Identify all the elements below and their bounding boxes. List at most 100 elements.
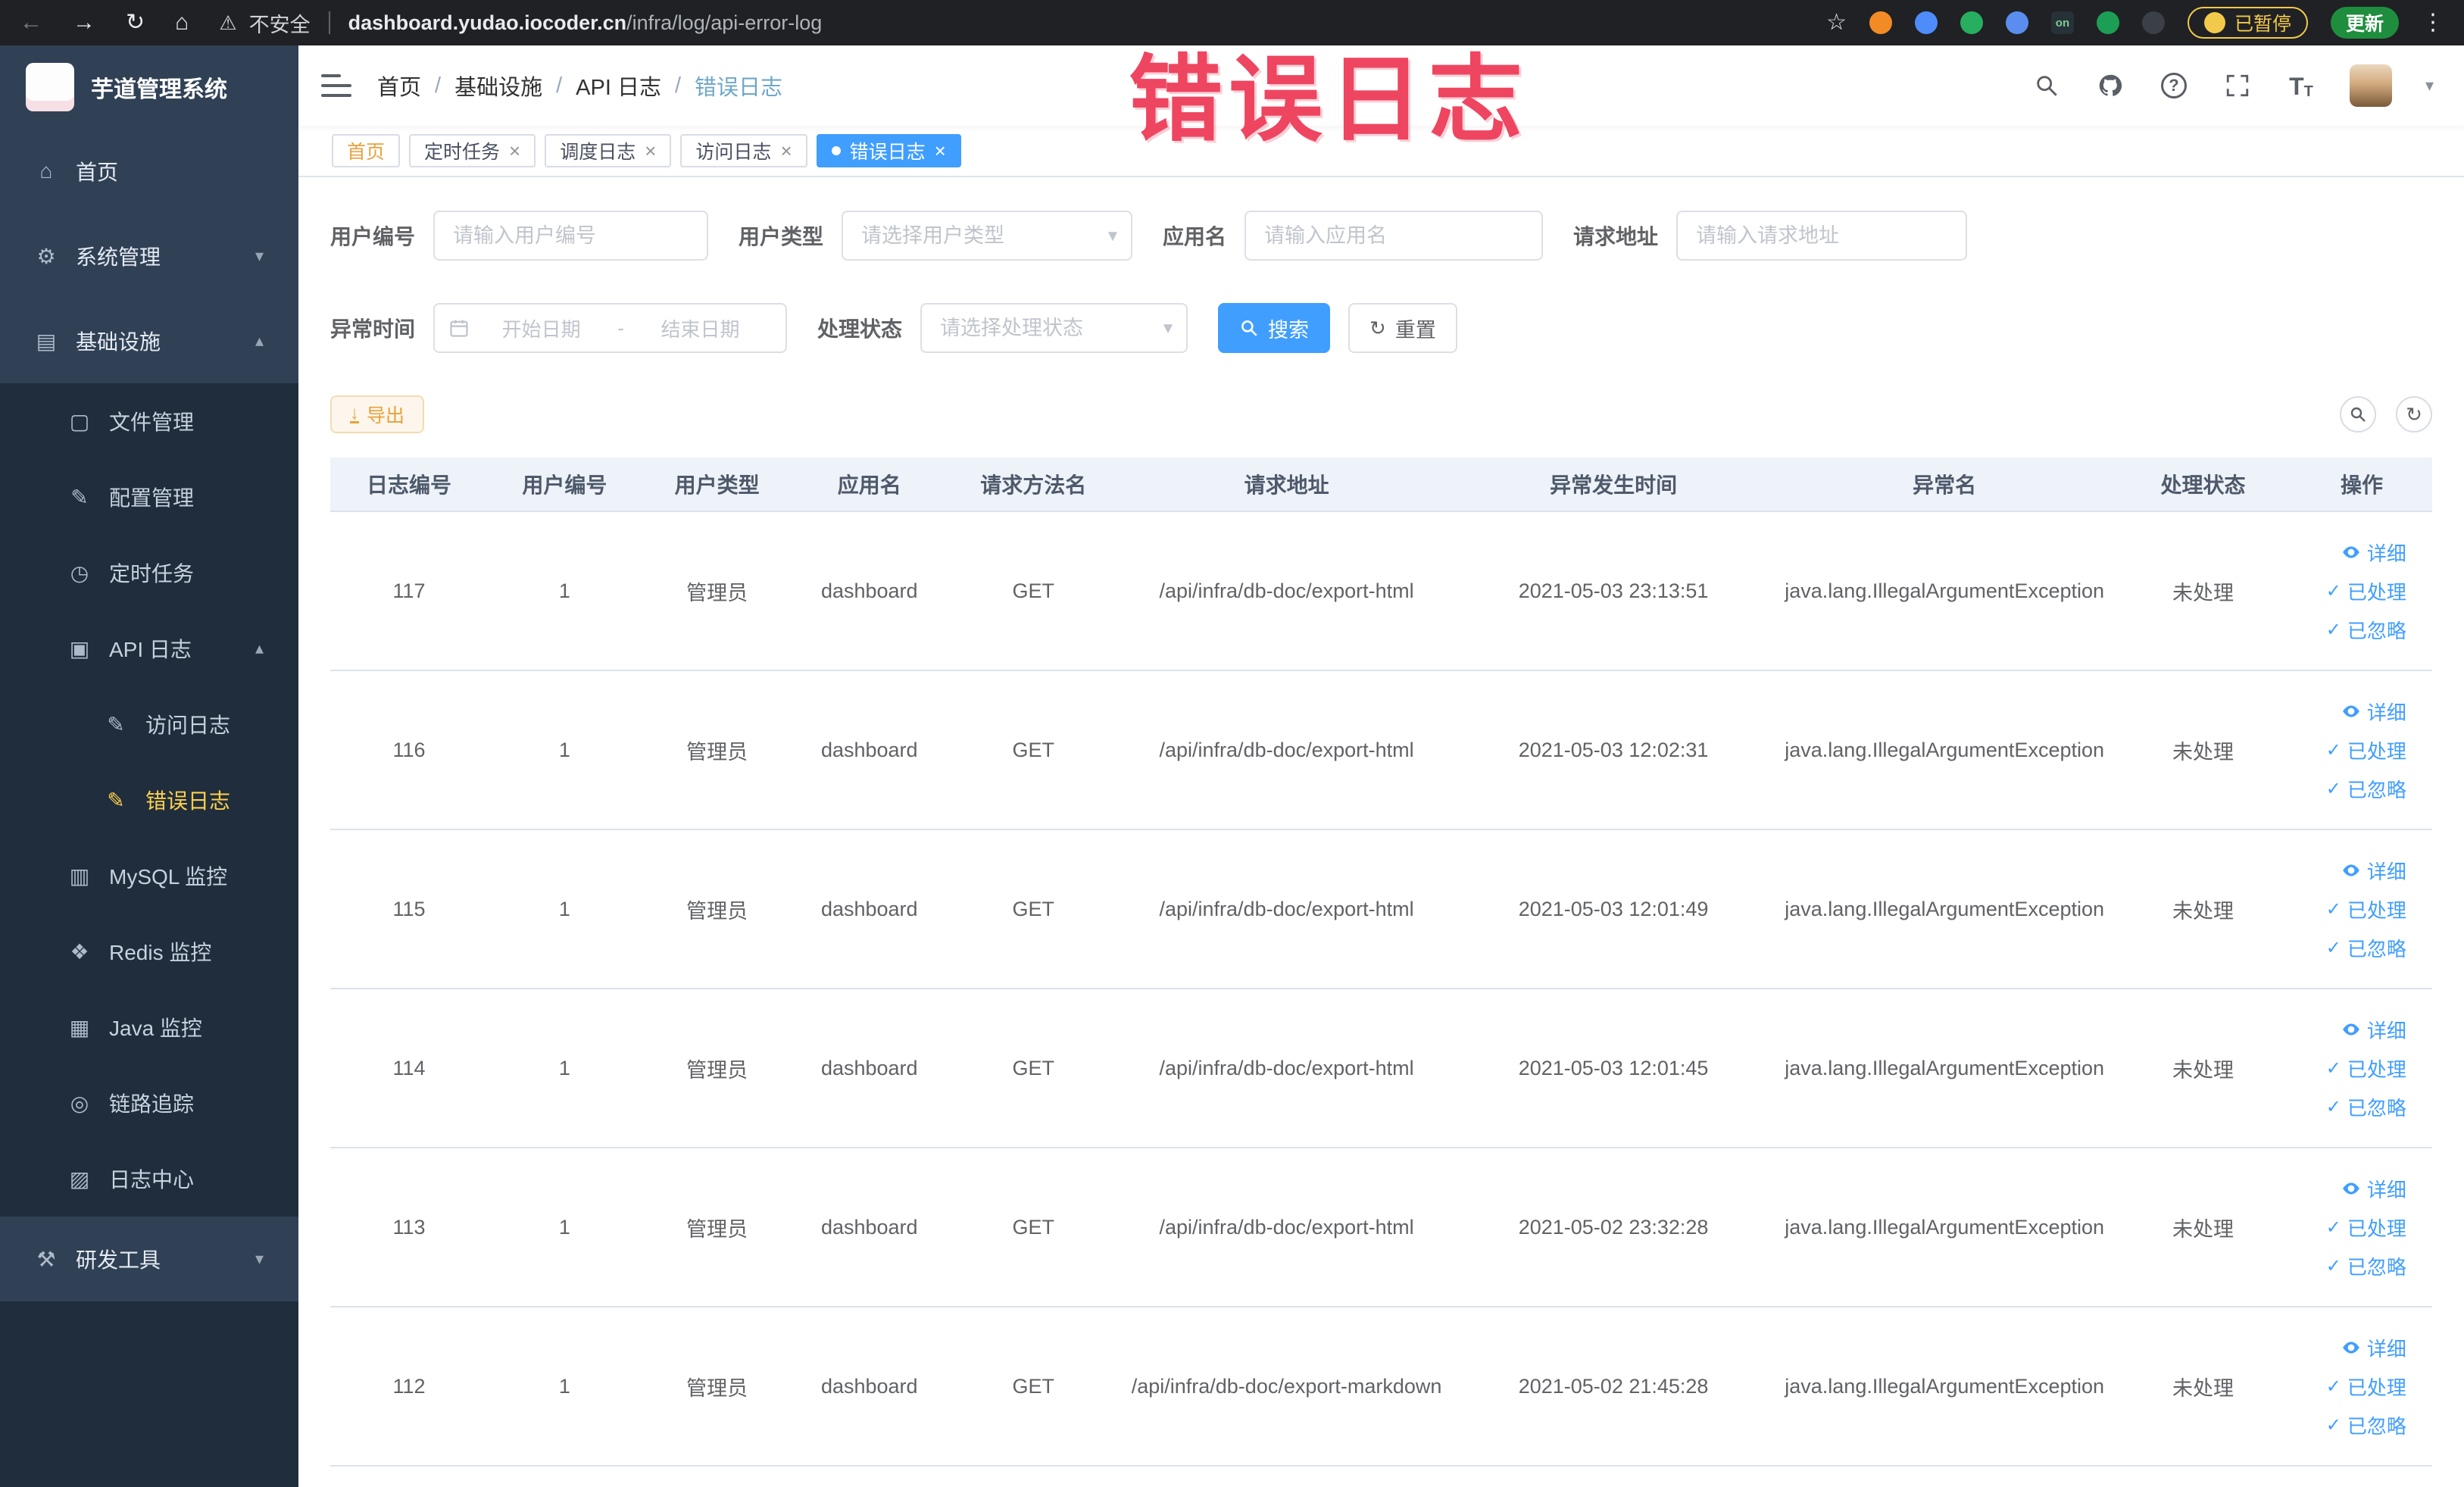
reload-icon[interactable]: ↻ [126,11,145,34]
hamburger-icon[interactable] [321,74,351,97]
close-icon[interactable]: × [509,141,520,161]
app-shell: 芋道管理系统 ⌂ 首页 ⚙ 系统管理 ▾ ▤ 基础设施 ▴ ▢ 文件管理 ✎ 配… [0,45,2464,1487]
bookmark-star-icon[interactable]: ☆ [1826,11,1847,34]
sidebar-item-java-monitor[interactable]: ▦ Java 监控 [0,989,298,1065]
user-type-select[interactable]: ▾ [842,211,1133,261]
detail-link[interactable]: 详细 [2341,539,2406,567]
cell-exception-name: java.lang.IllegalArgumentException [1785,897,2105,920]
tab-access-log[interactable]: 访问日志 × [680,134,807,167]
chevron-down-icon[interactable]: ▾ [2425,76,2434,95]
update-button[interactable]: 更新 [2330,7,2399,39]
extension-icon[interactable] [1960,11,1983,34]
sidebar-item-access-log[interactable]: ✎ 访问日志 [0,686,298,762]
tab-scheduled-jobs[interactable]: 定时任务 × [409,134,536,167]
user-type-select-input[interactable] [842,211,1133,261]
fullscreen-icon[interactable] [2222,70,2253,101]
search-button[interactable]: 搜索 [1218,303,1331,353]
detail-link[interactable]: 详细 [2341,857,2406,885]
extension-icon[interactable] [2096,11,2119,34]
toggle-search-button[interactable] [2340,396,2376,433]
tab-home[interactable]: 首页 [332,134,401,167]
address-bar[interactable]: ⚠ 不安全 dashboard.yudao.iocoder.cn/infra/l… [219,8,1826,38]
processed-link[interactable]: ✓ 已处理 [2326,1214,2406,1242]
user-id-input[interactable] [433,211,709,261]
home-icon[interactable]: ⌂ [175,11,189,34]
sidebar-item-api-log[interactable]: ▣ API 日志 ▴ [0,611,298,686]
detail-link[interactable]: 详细 [2341,698,2406,726]
sidebar-item-system-mgmt[interactable]: ⚙ 系统管理 ▾ [0,214,298,298]
avatar[interactable] [2349,64,2392,107]
process-status-select-input[interactable] [920,303,1188,353]
cell-app-name: dashboard [820,1374,918,1398]
date-range-picker[interactable]: 开始日期 - 结束日期 [433,303,788,353]
processed-link[interactable]: ✓ 已处理 [2326,1373,2406,1401]
cell-exception-time: 2021-05-02 21:45:28 [1518,1374,1709,1398]
close-icon[interactable]: × [645,141,656,161]
processed-link[interactable]: ✓ 已处理 [2326,736,2406,764]
browser-menu-icon[interactable]: ⋮ [2422,11,2444,34]
back-icon[interactable]: ← [20,11,42,34]
cell-request-url: /api/infra/db-doc/export-html [1159,1056,1414,1079]
sidebar-item-home[interactable]: ⌂ 首页 [0,129,298,214]
sidebar-item-scheduled-jobs[interactable]: ◷ 定时任务 [0,535,298,611]
ignored-link[interactable]: ✓ 已忽略 [2326,775,2406,803]
breadcrumb-infrastructure[interactable]: 基础设施 [454,70,542,102]
process-status-select[interactable]: ▾ [920,303,1188,353]
sync-paused-badge[interactable]: 已暂停 [2187,7,2308,39]
app-name-input[interactable] [1244,211,1544,261]
search-icon[interactable] [2031,70,2062,101]
ignored-link[interactable]: ✓ 已忽略 [2326,616,2406,644]
sidebar-item-mysql-monitor[interactable]: ▥ MySQL 监控 [0,838,298,914]
detail-link[interactable]: 详细 [2341,1334,2406,1362]
extension-icon[interactable] [2141,11,2165,34]
sidebar-item-config-mgmt[interactable]: ✎ 配置管理 [0,459,298,535]
extension-icon[interactable] [2005,11,2028,34]
sidebar-item-file-mgmt[interactable]: ▢ 文件管理 [0,383,298,459]
sidebar-item-label: API 日志 [109,638,192,661]
filter-process-status: 处理状态 ▾ [817,303,1188,353]
breadcrumb-home[interactable]: 首页 [377,70,421,102]
extension-icon[interactable]: on [2050,11,2074,34]
tab-error-log[interactable]: 错误日志 × [816,134,961,167]
extension-icon[interactable] [1914,11,1938,34]
sidebar-item-tracing[interactable]: ◎ 链路追踪 [0,1065,298,1141]
ignored-link[interactable]: ✓ 已忽略 [2326,1252,2406,1280]
sidebar-item-infrastructure[interactable]: ▤ 基础设施 ▴ [0,298,298,383]
sidebar-item-dev-tools[interactable]: ⚒ 研发工具 ▾ [0,1217,298,1301]
detail-link[interactable]: 详细 [2341,1016,2406,1044]
active-tab-dot [831,146,841,155]
processed-link[interactable]: ✓ 已处理 [2326,895,2406,923]
sidebar-item-log-center[interactable]: ▨ 日志中心 [0,1141,298,1217]
ignored-link[interactable]: ✓ 已忽略 [2326,1411,2406,1439]
cell-exception-name: java.lang.IllegalArgumentException [1785,1374,2105,1398]
extension-icon[interactable] [1869,11,1892,34]
breadcrumb-error-log: 错误日志 [695,76,783,100]
close-icon[interactable]: × [780,141,792,161]
breadcrumb-api-log[interactable]: API 日志 [576,70,661,102]
processed-link[interactable]: ✓ 已处理 [2326,577,2406,605]
ignored-link[interactable]: ✓ 已忽略 [2326,1093,2406,1121]
close-icon[interactable]: × [935,141,946,161]
sidebar-item-redis-monitor[interactable]: ❖ Redis 监控 [0,914,298,989]
ignored-link[interactable]: ✓ 已忽略 [2326,934,2406,962]
sidebar-item-error-log[interactable]: ✎ 错误日志 [0,762,298,838]
refresh-table-button[interactable]: ↻ [2396,396,2432,433]
font-size-icon[interactable]: TT [2286,70,2316,101]
help-icon[interactable]: ? [2159,70,2189,101]
processed-link[interactable]: ✓ 已处理 [2326,1054,2406,1082]
reset-button[interactable]: ↻ 重置 [1348,303,1457,353]
detail-link[interactable]: 详细 [2341,1175,2406,1203]
forward-icon[interactable]: → [73,11,95,34]
check-icon: ✓ [2325,580,2341,601]
cell-exception-time: 2021-05-03 23:13:51 [1518,579,1709,602]
edit-icon: ✎ [107,788,125,812]
request-url-input[interactable] [1676,211,1968,261]
column-header-user-id: 用户编号 [522,473,607,497]
tab-dispatch-log[interactable]: 调度日志 × [545,134,672,167]
app-logo[interactable]: 芋道管理系统 [0,45,298,129]
cell-exception-time: 2021-05-03 12:01:45 [1518,1056,1709,1079]
cell-log-id: 113 [392,1215,426,1239]
github-icon[interactable] [2095,70,2125,101]
cell-status: 未处理 [2172,1376,2234,1400]
export-button[interactable]: ↓ 导出 [330,395,425,433]
